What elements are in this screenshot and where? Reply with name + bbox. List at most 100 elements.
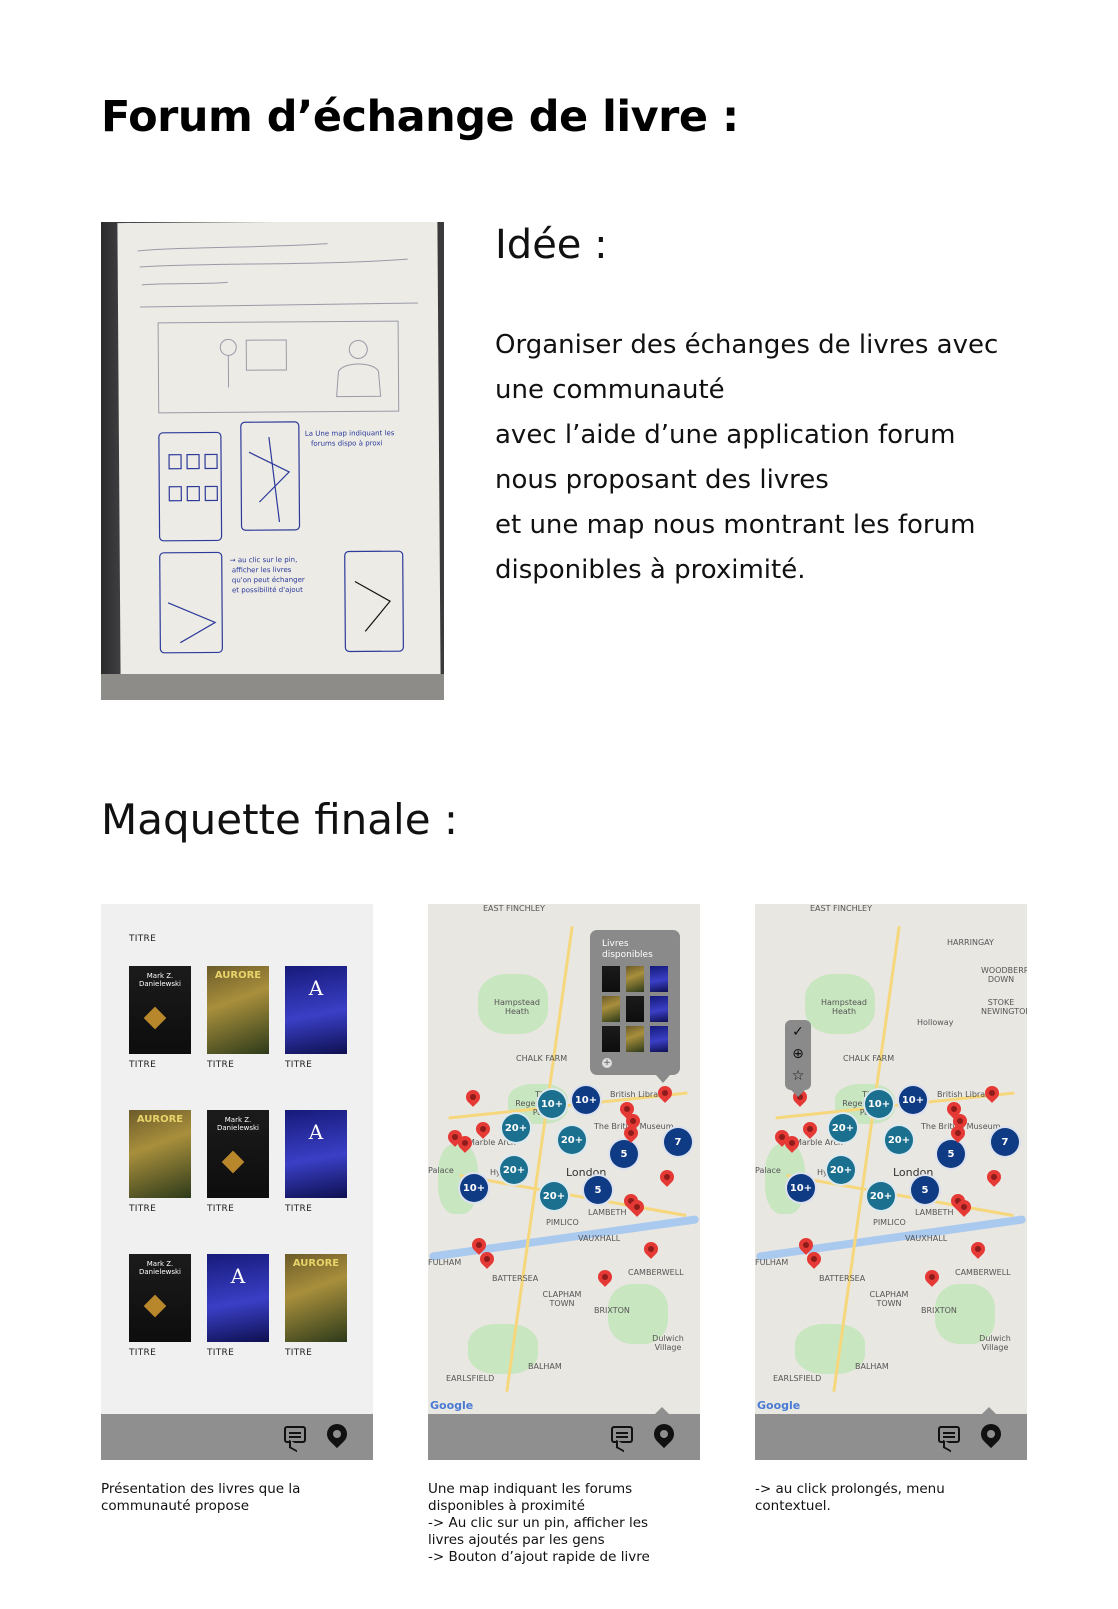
cluster-marker[interactable]: 20+ — [827, 1112, 859, 1144]
road — [459, 1174, 687, 1217]
cluster-marker[interactable]: 10+ — [785, 1172, 817, 1204]
idea-heading: Idée : — [495, 222, 608, 268]
context-menu[interactable]: ✓ ⊕ ☆ — [785, 1020, 811, 1097]
cluster-marker[interactable]: 20+ — [825, 1154, 857, 1186]
map-pin-icon[interactable] — [976, 1419, 1006, 1449]
book-cover[interactable]: Mark Z. Danielewski — [207, 1110, 269, 1198]
book-cover[interactable]: AURORE — [207, 966, 269, 1054]
map-pin-icon[interactable] — [982, 1083, 1002, 1103]
cluster-marker[interactable]: 7 — [989, 1126, 1021, 1158]
book-thumb[interactable] — [626, 966, 644, 992]
map-label: CHALK FARM — [843, 1054, 895, 1063]
bottom-nav — [101, 1414, 373, 1460]
book-thumb[interactable] — [650, 966, 668, 992]
caption-context-menu: -> au click prolongés, menu contextuel. — [755, 1481, 995, 1515]
book-thumb[interactable] — [602, 966, 620, 992]
add-book-button[interactable]: + — [602, 1058, 612, 1068]
screen-title: TITRE — [129, 934, 157, 944]
caption-line: Présentation des livres que la — [101, 1481, 301, 1497]
map-label: BALHAM — [855, 1362, 889, 1371]
books-popup[interactable]: Livres disponibles + — [590, 930, 680, 1083]
cluster-marker[interactable]: 20+ — [538, 1180, 570, 1212]
add-circle-icon[interactable]: ⊕ — [785, 1046, 811, 1062]
map-pin-icon[interactable] — [657, 1167, 677, 1187]
message-icon[interactable] — [938, 1426, 960, 1443]
map-label: PIMLICO — [546, 1218, 579, 1227]
cluster-marker[interactable]: 7 — [662, 1126, 694, 1158]
book-cover[interactable]: AURORE — [129, 1110, 191, 1198]
bottom-nav — [755, 1407, 1027, 1460]
cluster-marker[interactable]: 10+ — [458, 1172, 490, 1204]
map-label: HARRINGAY — [947, 938, 994, 947]
map-pin-icon[interactable] — [655, 1083, 675, 1103]
cluster-marker[interactable]: 5 — [582, 1174, 614, 1206]
book-cover[interactable]: AURORE — [285, 1254, 347, 1342]
map-label: BRIXTON — [921, 1306, 957, 1315]
book-thumb[interactable] — [650, 1026, 668, 1052]
book-title: TITRE — [207, 1060, 235, 1070]
map-pin-icon[interactable] — [322, 1419, 352, 1449]
map-label: Hampstead Heath — [494, 998, 540, 1016]
cluster-marker[interactable]: 5 — [935, 1138, 967, 1170]
cluster-marker[interactable]: 5 — [909, 1174, 941, 1206]
map-label: BALHAM — [528, 1362, 562, 1371]
book-thumb[interactable] — [602, 1026, 620, 1052]
caption-line: livres ajoutés par les gens — [428, 1532, 605, 1548]
book-cover[interactable]: Mark Z. Danielewski — [129, 966, 191, 1054]
check-icon[interactable]: ✓ — [785, 1024, 811, 1040]
book-cover-text: A — [230, 1264, 246, 1288]
map-pin-icon[interactable] — [473, 1119, 493, 1139]
map-label: LAMBETH — [588, 1208, 627, 1217]
idea-description: Organiser des échanges de livres avec un… — [495, 323, 1055, 593]
book-cover-text: A — [308, 1120, 324, 1144]
cluster-marker[interactable]: 20+ — [498, 1154, 530, 1186]
message-icon[interactable] — [284, 1426, 306, 1443]
cluster-marker[interactable]: 10+ — [570, 1084, 602, 1116]
book-thumb[interactable] — [626, 996, 644, 1022]
book-thumb[interactable] — [650, 996, 668, 1022]
message-icon[interactable] — [611, 1426, 633, 1443]
svg-text:et possibilité d'ajout: et possibilité d'ajout — [232, 586, 303, 594]
map-pin-icon[interactable] — [595, 1267, 615, 1287]
google-logo: Google — [430, 1399, 474, 1412]
mockup-map-popup: EAST FINCHLEYHampstead HeathCHALK FARMTh… — [428, 904, 700, 1460]
idea-line: nous proposant des livres — [495, 465, 829, 495]
book-cover-text: Mark Z. Danielewski — [139, 972, 181, 988]
map-pin-icon[interactable] — [984, 1167, 1004, 1187]
caption-line: -> Bouton d’ajout rapide de livre — [428, 1549, 650, 1565]
map-label: Palace — [428, 1166, 454, 1175]
caption-line: -> au click prolongés, menu — [755, 1481, 945, 1497]
cluster-marker[interactable]: 10+ — [863, 1088, 895, 1120]
active-tab-indicator — [655, 1407, 669, 1414]
book-cover[interactable]: Mark Z. Danielewski — [129, 1254, 191, 1342]
cluster-marker[interactable]: 10+ — [897, 1084, 929, 1116]
map-pin-icon[interactable] — [463, 1087, 483, 1107]
cluster-marker[interactable]: 10+ — [536, 1088, 568, 1120]
map-label: BATTERSEA — [819, 1274, 866, 1283]
map-pin-icon[interactable] — [641, 1239, 661, 1259]
book-cover[interactable]: A — [285, 966, 347, 1054]
page-title: Forum d’échange de livre : — [101, 92, 739, 142]
svg-text:→ au clic sur le pin,: → au clic sur le pin, — [230, 556, 298, 564]
book-cover[interactable]: A — [285, 1110, 347, 1198]
cluster-marker[interactable]: 20+ — [865, 1180, 897, 1212]
map-pin-icon[interactable] — [649, 1419, 679, 1449]
map-pin-icon[interactable] — [968, 1239, 988, 1259]
map-label: EARLSFIELD — [773, 1374, 822, 1383]
cluster-marker[interactable]: 20+ — [500, 1112, 532, 1144]
idea-line: Organiser des échanges de livres avec — [495, 330, 999, 360]
map-pin-icon[interactable] — [922, 1267, 942, 1287]
cluster-marker[interactable]: 20+ — [556, 1124, 588, 1156]
mockup-map-context-menu: EAST FINCHLEYHampstead HeathCHALK FARMTh… — [755, 904, 1027, 1460]
star-icon[interactable]: ☆ — [785, 1068, 811, 1084]
cluster-marker[interactable]: 5 — [608, 1138, 640, 1170]
book-thumb[interactable] — [626, 1026, 644, 1052]
caption-line: communauté propose — [101, 1498, 250, 1514]
map-label: BRIXTON — [594, 1306, 630, 1315]
context-menu-tail — [791, 1090, 805, 1097]
cluster-marker[interactable]: 20+ — [883, 1124, 915, 1156]
book-cover[interactable]: A — [207, 1254, 269, 1342]
book-thumb[interactable] — [602, 996, 620, 1022]
book-title: TITRE — [207, 1348, 235, 1358]
map-pin-icon[interactable] — [800, 1119, 820, 1139]
